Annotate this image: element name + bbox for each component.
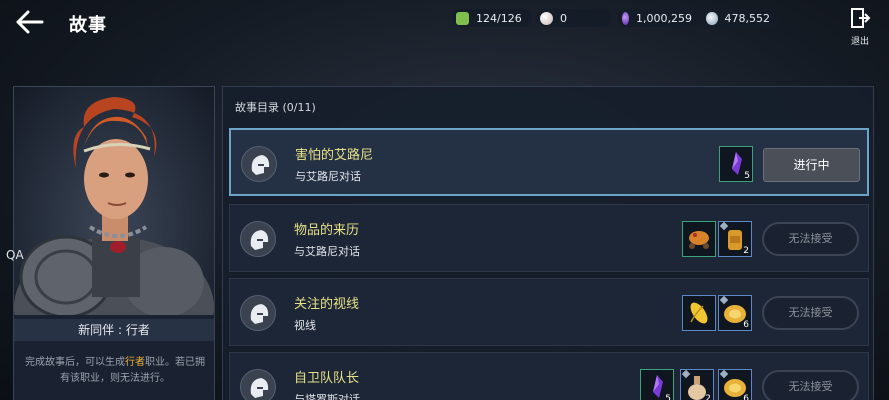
gem-resource: 1,000,259 [618,9,702,27]
helmet-icon [240,221,276,257]
qa-label: QA [6,248,24,262]
reward-count: 2 [705,394,711,400]
pearl-value: 0 [560,11,567,25]
reward-count: 6 [743,394,749,400]
silver-resource: 478,552 [702,9,780,27]
purple-gem-icon [622,11,630,25]
quest-title: 自卫队队长 [294,371,360,386]
quest-subtitle: 与塔罗斯对话 [294,393,360,400]
quest-title: 物品的来历 [294,223,360,238]
energy-icon [456,11,469,25]
quest-item[interactable]: 害怕的艾路尼 与艾路尼对话 5 进行中 [229,128,869,196]
reward-count: 5 [665,394,671,400]
unavailable-button[interactable]: 无法接受 [762,222,859,256]
pumpkin-cart-icon[interactable] [682,221,716,257]
exit-button[interactable]: 退出 [846,7,874,47]
reward-count: 5 [744,171,750,181]
quest-item[interactable]: 物品的来历 与艾路尼对话 2 无法接受 [229,204,869,272]
energy-resource: 124/126 [452,9,532,27]
energy-value: 124/126 [476,11,522,25]
exit-door-icon [851,8,871,28]
quest-item[interactable]: 关注的视线 视线 6 无法接受 [229,278,869,346]
flask-icon[interactable]: 2 [680,369,714,400]
quest-subtitle: 视线 [294,319,316,332]
character-card: 新同伴 : 行者 完成故事后，可以生成行者职业。若已拥有该职业，则无法进行。 [13,86,215,400]
arrow-left-icon [16,10,44,34]
story-list-panel: 故事目录 (0/11) 害怕的艾路尼 与艾路尼对话 5 进行中 物品的来历 与艾… [222,86,874,400]
silver-coin-icon [706,11,718,25]
character-portrait [14,87,214,315]
character-name: 新同伴 : 行者 [14,319,214,341]
quest-title: 害怕的艾路尼 [295,148,374,163]
unavailable-button[interactable]: 无法接受 [762,370,859,400]
story-list-header: 故事目录 (0/11) [235,101,316,114]
helmet-icon [241,146,277,182]
unavailable-button[interactable]: 无法接受 [762,296,859,330]
quest-item[interactable]: 自卫队队长 与塔罗斯对话 5 2 6 无法接受 [229,352,869,400]
helmet-icon [240,369,276,400]
character-illustration [14,97,214,315]
quest-subtitle: 与艾路尼对话 [294,245,360,258]
in-progress-button[interactable]: 进行中 [763,148,860,182]
helmet-icon [240,295,276,331]
pearl-icon [540,11,553,25]
quest-subtitle: 与艾路尼对话 [295,170,361,183]
character-description: 完成故事后，可以生成行者职业。若已拥有该职业，则无法进行。 [22,355,208,387]
desc-highlight: 行者 [125,357,145,368]
gem-value: 1,000,259 [636,11,692,25]
pearl-resource: 0 [536,9,612,27]
top-bar: 故事 124/126 0 1,000,259 478,552 退出 [0,0,889,47]
purple-crystal-icon[interactable]: 5 [640,369,674,400]
exit-label: 退出 [850,37,869,47]
page-title: 故事 [69,15,107,36]
back-button[interactable] [14,8,46,36]
desc-text-1: 完成故事后，可以生成 [25,357,125,368]
reward-count: 2 [743,246,749,256]
quest-title: 关注的视线 [294,297,360,312]
gold-plate-icon[interactable]: 6 [718,369,752,400]
gold-plate-icon[interactable]: 6 [718,295,752,331]
reward-count: 6 [743,320,749,330]
backpack-icon[interactable]: 2 [718,221,752,257]
purple-crystal-icon[interactable]: 5 [719,146,753,182]
silver-value: 478,552 [724,11,771,25]
corn-icon[interactable] [682,295,716,331]
